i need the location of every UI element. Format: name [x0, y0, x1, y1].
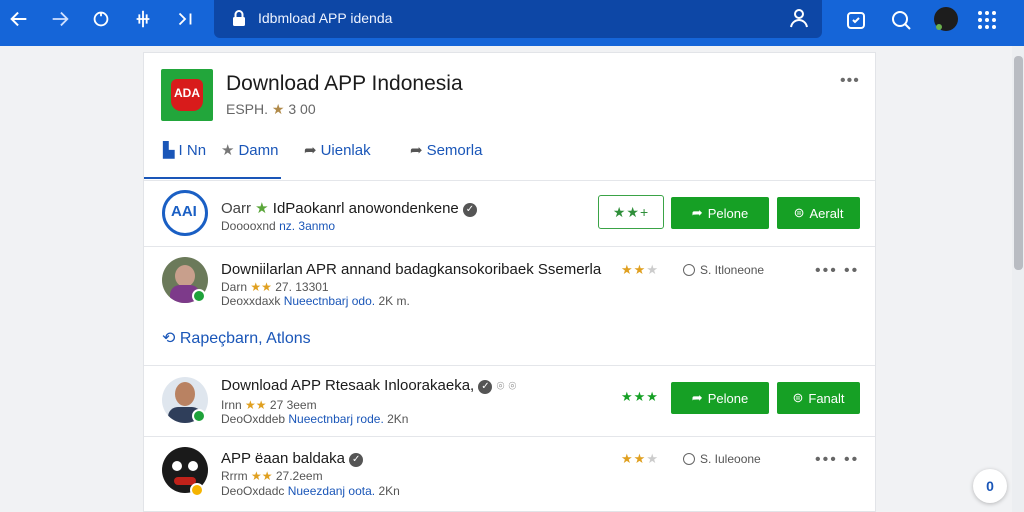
status-badge — [190, 483, 204, 497]
forward-arrow-icon[interactable] — [48, 8, 72, 32]
more-options-icon[interactable]: •• — [844, 451, 859, 469]
bell-icon: ⊜ — [793, 205, 805, 220]
collapse-icon[interactable] — [173, 8, 197, 32]
more-options-icon[interactable]: ••• — [815, 262, 838, 280]
list-item-title[interactable]: Downiilarlan APR annand badagkansokoriba… — [221, 261, 601, 278]
active-tab-indicator — [144, 177, 281, 179]
alert-button[interactable]: ⊜ Aeralt — [777, 197, 860, 229]
divider — [144, 180, 875, 181]
split-icon[interactable] — [131, 8, 155, 32]
share-icon: ➦ — [410, 142, 423, 159]
alert-button[interactable]: ⊜ Fanalt — [777, 382, 860, 414]
status-label: S. Itloneone — [683, 263, 764, 277]
rating-stars: ★★★ — [621, 389, 659, 404]
person-icon[interactable] — [788, 7, 810, 29]
app-logo-icon: ADA — [161, 69, 213, 121]
tab-home[interactable]: ▙ I Nn — [163, 141, 206, 160]
more-options-icon[interactable]: ••• — [815, 451, 838, 469]
avatar[interactable] — [934, 7, 958, 31]
list-item-title[interactable]: Oarr ★ IdPaokanrl anowondenkene ✓ — [221, 199, 477, 217]
thumb-icon: ▙ — [163, 142, 175, 159]
url-text[interactable]: Idbmload APP idenda — [258, 10, 392, 26]
list-item-title[interactable]: APP ëaan baldaka ✓ — [221, 450, 364, 467]
share-icon: ⟲ — [162, 330, 176, 347]
list-item-title[interactable]: Download APP Rtesaak Inloorakaeka, ✓ ⌾ ⌾ — [221, 377, 516, 394]
list-item-meta: Darn ★★ 27. 13301 — [221, 280, 329, 294]
follow-button[interactable]: ➦ Pelone — [671, 382, 769, 414]
browser-toolbar: Idbmload APP idenda — [0, 0, 1024, 46]
shield-icon[interactable] — [844, 8, 868, 32]
scrollbar-thumb[interactable] — [1014, 56, 1023, 270]
status-label: S. Iuleoone — [683, 452, 761, 466]
location-icon: ⌾ — [508, 378, 517, 393]
more-options-icon[interactable]: •• — [844, 262, 859, 280]
help-button[interactable]: 0 — [973, 469, 1007, 503]
star-icon: ★ — [221, 142, 235, 159]
share-icon: ➦ — [691, 390, 703, 405]
grid-icon[interactable] — [975, 8, 999, 32]
refresh-icon[interactable] — [89, 8, 113, 32]
share-icon: ➦ — [304, 142, 317, 159]
list-item-submeta: DeoOxdadc Nueezdanj oota. 2Kn — [221, 484, 400, 498]
rating-button[interactable]: ★★+ — [598, 195, 664, 229]
lock-icon — [233, 10, 245, 26]
verified-icon: ✓ — [349, 453, 364, 467]
clock-icon — [683, 264, 695, 276]
star-icon: ★ — [271, 101, 285, 117]
avatar[interactable]: AAI — [162, 190, 208, 236]
search-icon[interactable] — [889, 8, 913, 32]
list-item-meta: Irnn ★★ 27 3eem — [221, 398, 317, 412]
tab-damn[interactable]: ★ Damn — [221, 141, 278, 160]
app-subtitle: ESPH. ★ 3 00 — [226, 101, 316, 117]
rating-stars: ★★★ — [621, 451, 659, 466]
list-item-submeta: DeoOxddeb Nueectnbarj rode. 2Kn — [221, 412, 409, 426]
divider — [144, 246, 875, 247]
share-icon: ➦ — [691, 205, 703, 220]
bell-icon: ⊜ — [792, 390, 804, 405]
follow-button[interactable]: ➦ Pelone — [671, 197, 769, 229]
back-arrow-icon[interactable] — [7, 8, 31, 32]
more-options-icon[interactable]: ••• — [840, 72, 860, 90]
tab-semorla[interactable]: ➦ Semorla — [410, 141, 482, 160]
list-item-meta: Rrrm ★★ 27.2eem — [221, 469, 323, 483]
divider — [144, 365, 875, 366]
tab-uienlak[interactable]: ➦ Uienlak — [304, 141, 371, 160]
list-item-meta: Dooooxnd nz. 3anmo — [221, 219, 336, 233]
online-badge — [192, 289, 206, 303]
verified-icon: ✓ — [478, 380, 493, 394]
clock-icon — [683, 453, 695, 465]
verified-icon: ✓ — [462, 203, 477, 217]
section-title: ⟲ Rapeçbarn, Atlons — [162, 330, 311, 347]
divider — [144, 436, 875, 437]
location-icon: ⌾ — [496, 378, 505, 393]
list-item-submeta: Deoxxdaxk Nueectnbarj odo. 2K m. — [221, 294, 410, 308]
page-title: Download APP Indonesia — [226, 72, 463, 95]
rating-stars: ★★★ — [621, 262, 659, 277]
online-badge — [192, 409, 206, 423]
